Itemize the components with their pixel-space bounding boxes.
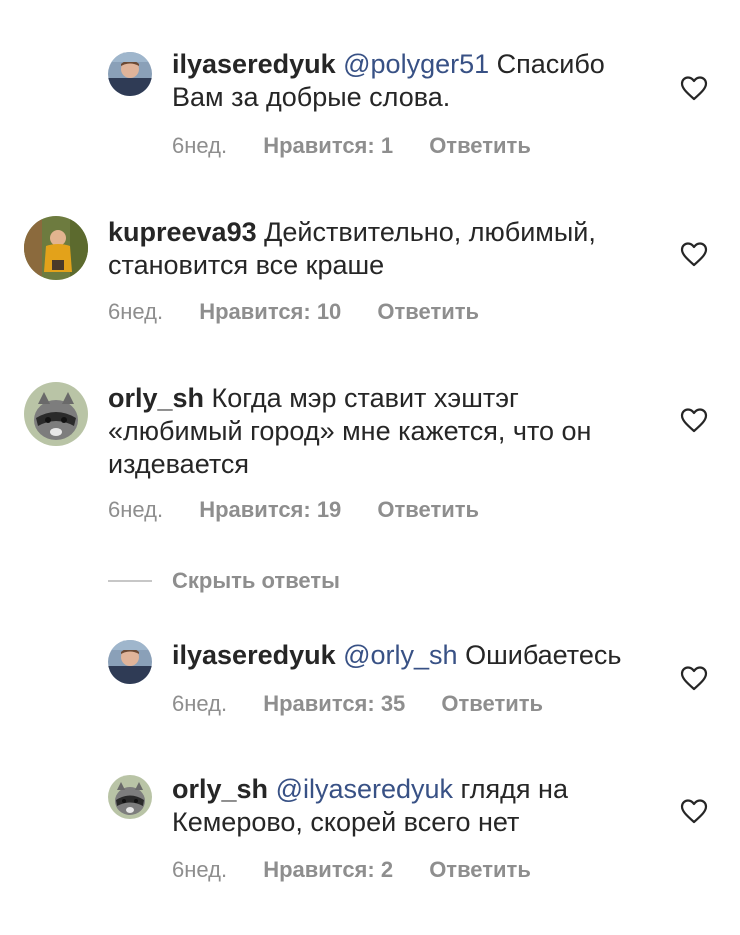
- comment-body-line: Ошибаетесь: [457, 640, 622, 670]
- comment-text: orly_sh @ilyaseredyuk глядя на Кемерово,…: [172, 773, 652, 839]
- comment-body-line: становится все краше: [108, 250, 385, 280]
- comment-body-line: издевается: [108, 449, 249, 479]
- comment-meta: 6нед. Нравится: 2 Ответить: [172, 857, 531, 883]
- likes-count[interactable]: Нравится: 2: [263, 857, 393, 883]
- hide-replies-label: Скрыть ответы: [172, 568, 340, 593]
- comment-text: ilyaseredyuk @orly_sh Ошибаетесь: [172, 639, 652, 672]
- comment-body-line: «любимый город» мне кажется, что он: [108, 416, 592, 446]
- comment-username[interactable]: ilyaseredyuk: [172, 49, 336, 79]
- heart-outline-icon[interactable]: [680, 798, 708, 824]
- likes-count[interactable]: Нравится: 1: [263, 133, 393, 159]
- likes-count[interactable]: Нравится: 10: [199, 299, 341, 325]
- comment-age: 6нед.: [172, 857, 228, 882]
- comment-text: kupreeva93 Действительно, любимый, стано…: [108, 216, 668, 282]
- comment-username[interactable]: orly_sh: [108, 383, 204, 413]
- heart-outline-icon[interactable]: [680, 75, 708, 101]
- avatar[interactable]: [108, 640, 152, 684]
- avatar[interactable]: [24, 382, 88, 446]
- comment-body-line: Кемерово, скорей всего нет: [172, 807, 520, 837]
- comment-username[interactable]: orly_sh: [172, 774, 268, 804]
- comment-meta: 6нед. Нравится: 10 Ответить: [108, 299, 479, 325]
- reply-button[interactable]: Ответить: [377, 497, 479, 523]
- comment-body-line: глядя на: [453, 774, 568, 804]
- comment-body-line: Спасибо: [489, 49, 605, 79]
- comment-text: ilyaseredyuk @polyger51 Спасибо Вам за д…: [172, 48, 652, 114]
- comment-mention[interactable]: @orly_sh: [343, 640, 457, 670]
- comment-age: 6нед.: [108, 299, 164, 324]
- comment-body-line: Вам за добрые слова.: [172, 82, 451, 112]
- likes-count[interactable]: Нравится: 19: [199, 497, 341, 523]
- heart-outline-icon[interactable]: [680, 665, 708, 691]
- reply-button[interactable]: Ответить: [377, 299, 479, 325]
- heart-outline-icon[interactable]: [680, 241, 708, 267]
- reply-button[interactable]: Ответить: [429, 133, 531, 159]
- comment-age: 6нед.: [108, 497, 164, 522]
- comment-meta: 6нед. Нравится: 19 Ответить: [108, 497, 479, 523]
- reply-button[interactable]: Ответить: [441, 691, 543, 717]
- comment-age: 6нед.: [172, 133, 228, 158]
- avatar[interactable]: [108, 775, 152, 819]
- comment-username[interactable]: ilyaseredyuk: [172, 640, 336, 670]
- comment-text: orly_sh Когда мэр ставит хэштэг «любимый…: [108, 382, 668, 481]
- comment-username[interactable]: kupreeva93: [108, 217, 257, 247]
- comment-meta: 6нед. Нравится: 35 Ответить: [172, 691, 543, 717]
- comment-mention[interactable]: @polyger51: [343, 49, 489, 79]
- avatar[interactable]: [108, 52, 152, 96]
- comment-mention[interactable]: @ilyaseredyuk: [276, 774, 453, 804]
- comment-meta: 6нед. Нравится: 1 Ответить: [172, 133, 531, 159]
- hide-replies-button[interactable]: Скрыть ответы: [108, 566, 508, 596]
- replies-divider: [108, 580, 152, 582]
- likes-count[interactable]: Нравится: 35: [263, 691, 405, 717]
- comment-body-line: Действительно, любимый,: [256, 217, 596, 247]
- comment-body-line: Когда мэр ставит хэштэг: [204, 383, 519, 413]
- avatar[interactable]: [24, 216, 88, 280]
- reply-button[interactable]: Ответить: [429, 857, 531, 883]
- heart-outline-icon[interactable]: [680, 407, 708, 433]
- comment-age: 6нед.: [172, 691, 228, 716]
